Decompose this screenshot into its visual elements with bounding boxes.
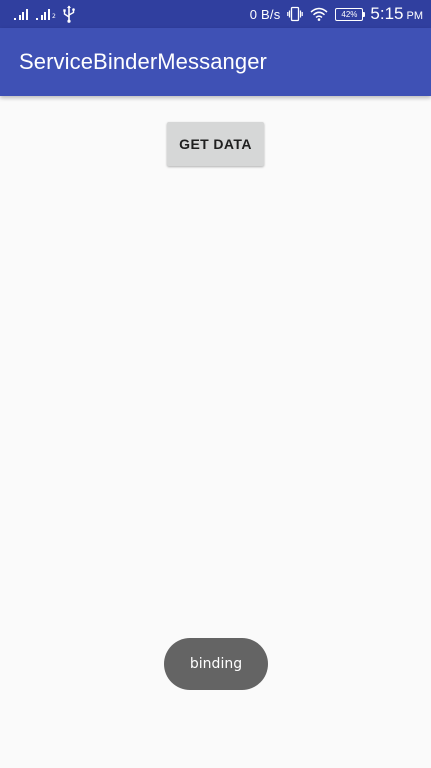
get-data-button[interactable]: GET DATA (167, 122, 264, 166)
status-right: 0 B/s 42% 5:15 PM (250, 2, 423, 26)
app-title: ServiceBinderMessanger (19, 49, 267, 74)
app-bar: ServiceBinderMessanger (0, 28, 431, 96)
battery-icon: 42% (335, 7, 366, 21)
clock-ampm: PM (406, 10, 424, 22)
sim-number: 2 (52, 13, 56, 20)
toast-message: binding (164, 638, 268, 690)
vibrate-icon (287, 6, 304, 22)
signal-icon-sim2: 2 (36, 8, 56, 20)
status-left: 2 (14, 4, 76, 24)
status-bar: 2 0 B/s 42% 5:15 PM (0, 0, 431, 28)
clock: 5:15 PM (370, 4, 423, 24)
network-speed: 0 B/s (249, 6, 281, 22)
signal-icon (14, 8, 30, 20)
wifi-icon (310, 7, 328, 21)
clock-time: 5:15 (370, 4, 404, 23)
usb-icon (63, 5, 75, 23)
